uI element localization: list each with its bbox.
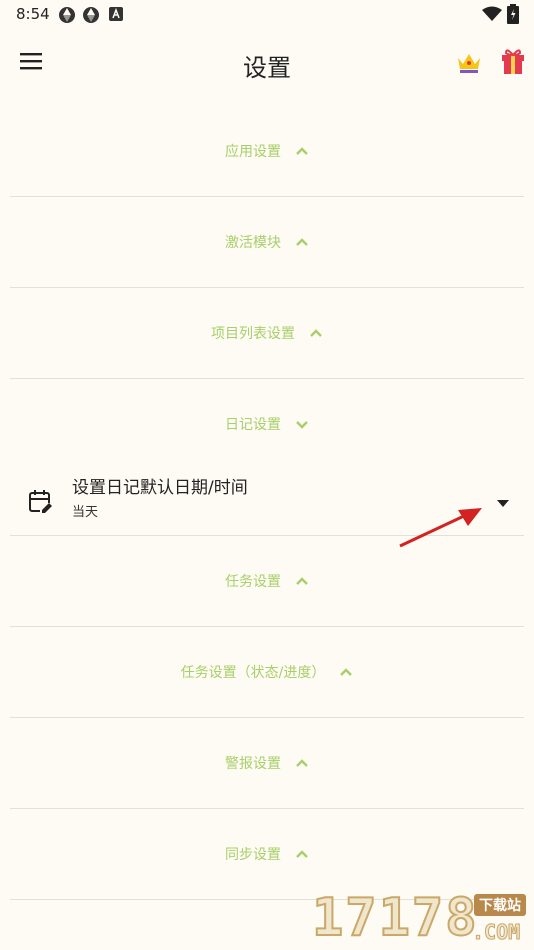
section-label: 应用设置 bbox=[225, 144, 281, 160]
page-title: 设置 bbox=[243, 54, 291, 82]
wifi-icon bbox=[482, 6, 502, 26]
section-alert-settings[interactable]: 警报设置 bbox=[0, 718, 534, 808]
section-label: 激活模块 bbox=[225, 235, 281, 251]
section-label: 同步设置 bbox=[225, 847, 281, 863]
a-square-icon bbox=[108, 6, 124, 26]
watermark-domain: .COM bbox=[471, 920, 521, 945]
chevron-up-icon bbox=[340, 668, 353, 676]
section-task-status-settings[interactable]: 任务设置（状态/进度） bbox=[0, 627, 534, 717]
watermark: 17178 下载站 .COM bbox=[308, 887, 534, 950]
section-app-settings[interactable]: 应用设置 bbox=[0, 106, 534, 196]
section-label: 项目列表设置 bbox=[211, 326, 295, 342]
calendar-edit-icon bbox=[28, 489, 54, 519]
setting-label: 设置日记默认日期/时间 bbox=[72, 478, 248, 498]
section-sync-settings[interactable]: 同步设置 bbox=[0, 809, 534, 899]
status-bar: 8:54 bbox=[0, 0, 534, 28]
chevron-up-icon bbox=[296, 759, 308, 767]
chevron-up-icon bbox=[296, 147, 308, 155]
watermark-number: 17178 bbox=[311, 887, 479, 949]
section-label: 任务设置 bbox=[225, 574, 281, 590]
chevron-down-icon bbox=[296, 421, 308, 429]
section-project-list-settings[interactable]: 项目列表设置 bbox=[0, 288, 534, 378]
section-label: 警报设置 bbox=[225, 756, 281, 772]
aperture-icon bbox=[58, 6, 76, 28]
chevron-up-icon bbox=[296, 850, 308, 858]
chevron-up-icon bbox=[296, 577, 308, 585]
section-activate-modules[interactable]: 激活模块 bbox=[0, 197, 534, 287]
battery-icon bbox=[507, 4, 519, 28]
setting-value: 当天 bbox=[72, 505, 99, 520]
crown-icon[interactable] bbox=[456, 50, 482, 80]
settings-sections: 应用设置 激活模块 项目列表设置 日记设置 设置日记默认日期/时间 当天 任务设… bbox=[0, 106, 534, 900]
chevron-up-icon bbox=[310, 329, 322, 337]
app-bar: 设置 bbox=[0, 36, 534, 92]
dropdown-arrow-icon[interactable] bbox=[497, 492, 509, 511]
section-diary-settings[interactable]: 日记设置 bbox=[0, 379, 534, 469]
chevron-up-icon bbox=[296, 238, 308, 246]
annotation-arrow-icon bbox=[399, 508, 482, 548]
status-time: 8:54 bbox=[16, 5, 50, 23]
watermark-badge: 下载站 bbox=[474, 894, 526, 916]
section-label: 日记设置 bbox=[225, 417, 281, 433]
gift-icon[interactable] bbox=[500, 46, 526, 80]
aperture-icon bbox=[82, 6, 100, 28]
section-label: 任务设置（状态/进度） bbox=[180, 665, 326, 681]
